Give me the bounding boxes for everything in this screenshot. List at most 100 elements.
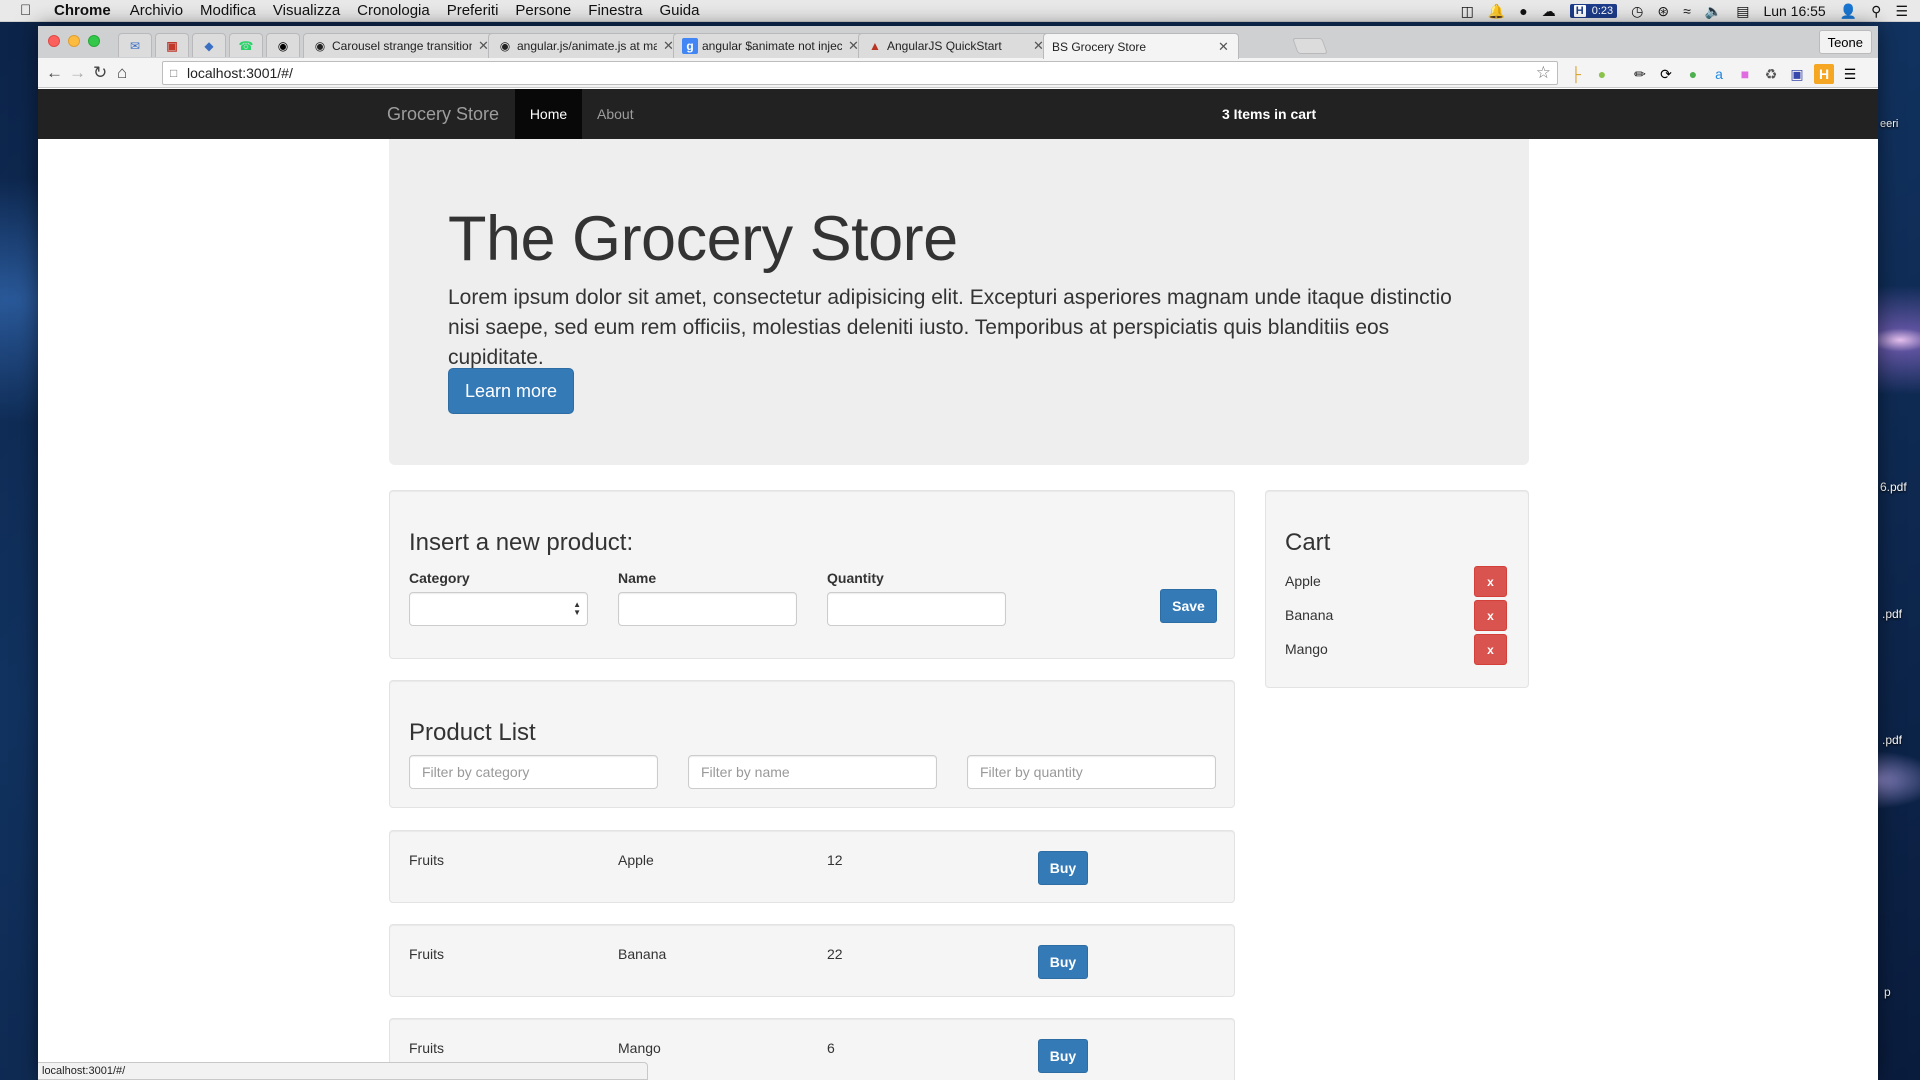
row-category: Fruits	[409, 946, 444, 962]
buy-button[interactable]: Buy	[1038, 1039, 1088, 1073]
desktop-file-label[interactable]: .pdf	[1882, 733, 1902, 747]
save-button[interactable]: Save	[1160, 589, 1217, 623]
github-icon: ◉	[277, 38, 289, 53]
pinned-tab-shield[interactable]: ◆	[192, 33, 226, 57]
sync-icon[interactable]: ⟳	[1656, 64, 1676, 84]
category-select[interactable]: ▲ ▼	[409, 592, 588, 626]
menu-cronologia[interactable]: Cronologia	[357, 2, 430, 19]
new-tab-button[interactable]	[1292, 38, 1328, 54]
cart-item: Banana	[1285, 607, 1334, 623]
harvest-timer[interactable]: H 0:23	[1569, 4, 1618, 18]
reload-icon[interactable]: ↻	[93, 63, 107, 83]
pinned-tab-whatsapp[interactable]: ☎	[229, 33, 263, 57]
buy-button[interactable]: Buy	[1038, 851, 1088, 885]
wifi-icon[interactable]: ≈	[1683, 3, 1691, 19]
cart-count[interactable]: 3 Items in cart	[1222, 89, 1316, 139]
color-extension-icon[interactable]: ■	[1735, 64, 1755, 84]
bookmark-star-icon[interactable]: ☆	[1536, 63, 1551, 83]
desktop-file-label[interactable]: .pdf	[1882, 607, 1902, 621]
notification-center-icon[interactable]: ☰	[1895, 3, 1908, 20]
forward-arrow-icon[interactable]: →	[69, 63, 86, 83]
menu-finestra[interactable]: Finestra	[588, 2, 642, 19]
apple-icon[interactable]: 	[20, 2, 40, 19]
recycle-icon[interactable]: ♻	[1761, 64, 1781, 84]
chrome-window: ✉ ▣ ◆ ☎ ◉ ◉ Carousel strange transition …	[38, 26, 1878, 1080]
user-icon[interactable]: 👤	[1840, 3, 1857, 20]
jumbotron: The Grocery Store Lorem ipsum dolor sit …	[389, 139, 1529, 465]
remove-cart-item-button[interactable]: x	[1474, 566, 1507, 597]
clock[interactable]: Lun 16:55	[1763, 3, 1825, 19]
web-page: Grocery Store Home About 3 Items in cart…	[38, 89, 1878, 1080]
menu-visualizza[interactable]: Visualizza	[273, 2, 340, 19]
address-bar[interactable]: □ localhost:3001/#/ ☆	[162, 61, 1558, 85]
remove-cart-item-button[interactable]: x	[1474, 634, 1507, 665]
chat-icon[interactable]: ●	[1519, 3, 1527, 19]
harvest-icon[interactable]: H	[1814, 64, 1834, 84]
tab-angularjs-quickstart[interactable]: ▲ AngularJS QuickStart ✕	[858, 33, 1054, 58]
name-label: Name	[618, 570, 657, 586]
menu-app-name[interactable]: Chrome	[54, 2, 111, 19]
filter-category-input[interactable]: Filter by category	[409, 755, 658, 789]
location-pin-icon[interactable]: ●	[1683, 64, 1703, 84]
menu-guida[interactable]: Guida	[659, 2, 699, 19]
buy-button[interactable]: Buy	[1038, 945, 1088, 979]
tab-grocery-store[interactable]: BS Grocery Store ✕	[1043, 33, 1239, 59]
shield-icon: ◆	[204, 38, 214, 53]
remove-cart-item-button[interactable]: x	[1474, 600, 1507, 631]
insert-form-title: Insert a new product:	[409, 529, 634, 556]
menu-preferiti[interactable]: Preferiti	[447, 2, 499, 19]
back-arrow-icon[interactable]: ←	[46, 63, 63, 83]
tab-carousel[interactable]: ◉ Carousel strange transition ✕	[303, 33, 499, 58]
time-machine-icon[interactable]: ◷	[1631, 3, 1643, 20]
cloud-icon[interactable]: ☁	[1542, 3, 1556, 20]
quantity-input[interactable]	[827, 592, 1006, 626]
nav-home[interactable]: Home	[515, 89, 582, 139]
cart-item: Apple	[1285, 573, 1321, 589]
desktop-file-label[interactable]: p	[1884, 985, 1891, 999]
status-bar-url: localhost:3001/#/	[38, 1062, 648, 1080]
menu-persone[interactable]: Persone	[515, 2, 571, 19]
learn-more-button[interactable]: Learn more	[448, 368, 574, 414]
minimize-window-button[interactable]	[68, 35, 80, 47]
bluetooth-icon[interactable]: ⊛	[1657, 3, 1669, 20]
drive-icon[interactable]: ◫	[1461, 3, 1474, 20]
tab-animate-js[interactable]: ◉ angular.js/animate.js at ma ✕	[488, 33, 684, 58]
amazon-icon[interactable]: a	[1709, 64, 1729, 84]
browser-toolbar: ← → ↻ ⌂ □ localhost:3001/#/ ☆ ├ ● ✏ ⟳ ● …	[38, 58, 1878, 88]
zoom-window-button[interactable]	[88, 35, 100, 47]
home-icon[interactable]: ⌂	[117, 63, 127, 83]
desktop-file-label[interactable]: 6.pdf	[1880, 480, 1907, 494]
row-name: Apple	[618, 852, 654, 868]
close-window-button[interactable]	[48, 35, 60, 47]
notification-bell-icon[interactable]: 🔔	[1488, 3, 1505, 20]
android-icon[interactable]: ●	[1592, 64, 1612, 84]
close-tab-icon[interactable]: ✕	[1218, 39, 1232, 55]
tab-google-search[interactable]: g angular $animate not injec ✕	[673, 33, 869, 58]
profile-button[interactable]: Teone	[1818, 30, 1872, 54]
menu-hamburger-icon[interactable]: ☰	[1840, 64, 1860, 84]
desktop-file-label[interactable]: eeri	[1880, 118, 1898, 130]
category-label: Category	[409, 570, 470, 586]
navbar-brand[interactable]: Grocery Store	[387, 89, 499, 139]
filter-quantity-input[interactable]: Filter by quantity	[967, 755, 1216, 789]
insert-product-form: Insert a new product: Category Name Quan…	[389, 490, 1235, 659]
input-source-icon[interactable]: ▤	[1736, 3, 1749, 20]
nav-about[interactable]: About	[597, 89, 634, 139]
name-input[interactable]	[618, 592, 797, 626]
spotlight-search-icon[interactable]: ⚲	[1871, 3, 1881, 20]
menu-archivio[interactable]: Archivio	[130, 2, 183, 19]
eyedropper-icon[interactable]: ✏	[1630, 64, 1650, 84]
pinned-tab-trello[interactable]: ▣	[155, 33, 189, 57]
row-name: Banana	[618, 946, 667, 962]
filter-name-input[interactable]: Filter by name	[688, 755, 937, 789]
volume-icon[interactable]: 🔈	[1705, 3, 1722, 20]
extension-icon[interactable]: ├	[1566, 64, 1586, 84]
menubar-status-area: ◫ 🔔 ● ☁ H 0:23 ◷ ⊛ ≈ 🔈 ▤ Lun 16:55 👤 ⚲ ☰	[1461, 0, 1908, 22]
vpn-icon[interactable]: ▣	[1787, 64, 1807, 84]
macos-menu-bar:  Chrome Archivio Modifica Visualizza Cr…	[0, 0, 1920, 22]
pinned-tab-mail[interactable]: ✉	[118, 33, 152, 57]
pinned-tab-github[interactable]: ◉	[266, 33, 300, 57]
menu-modifica[interactable]: Modifica	[200, 2, 256, 19]
page-icon: □	[170, 66, 178, 80]
row-category: Fruits	[409, 852, 444, 868]
